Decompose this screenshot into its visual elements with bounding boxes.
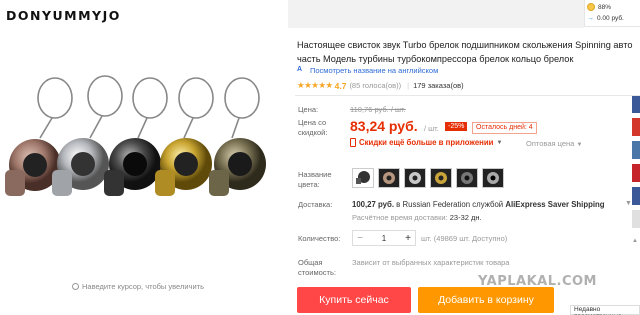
app-discount-text[interactable]: Скидки ещё больше в приложении [359,138,493,147]
wholesale-price-link[interactable]: Оптовая цена ▼ [526,139,582,148]
divider [295,95,640,96]
translate-icon: A [297,66,303,73]
product-gallery: DONYUMMYJO Наведите курсор, чтобы увелич… [0,0,288,315]
old-price-label: Цена: [298,105,319,114]
new-price: 83,24 руб. [350,118,418,134]
total-label: Общая стоимость: [298,258,336,277]
coins-value: 88% [598,3,612,11]
coin-icon [587,3,595,11]
translate-link-text[interactable]: Посмотреть название на английском [310,66,438,75]
chevron-down-icon: ▼ [496,139,503,146]
zoom-hint-text: Наведите курсор, чтобы увеличить [82,282,204,291]
quantity-label: Количество: [298,234,341,243]
top-bar [288,0,584,28]
app-discount-link[interactable]: Скидки ещё больше в приложении ▼ [350,138,502,147]
cashback-value: 0.00 руб. [597,15,624,22]
facebook-share-icon-2[interactable] [632,187,640,205]
days-left-badge: Осталось дней: 4 [472,122,537,134]
google-share-icon[interactable] [632,164,640,182]
add-to-cart-button[interactable]: Добавить в корзину [418,287,554,313]
phone-icon [350,138,356,147]
orders-count: 179 заказа(ов) [413,81,464,90]
delivery-eta-value: 23-32 дн. [449,213,482,222]
product-title: Настоящее свисток звук Turbo брелок подш… [297,40,633,64]
quantity-stepper: − 1 + [352,230,416,246]
arrow-right-icon: → [587,15,594,22]
rating-row: ★★★★★ 4.7 (85 голоса(ов)) | 179 заказа(о… [297,80,464,91]
color-swatch-4[interactable] [430,168,452,188]
delivery-eta: Расчётное время доставки: 23-32 дн. [352,213,482,222]
delivery-label: Доставка: [298,200,333,209]
votes-count[interactable]: (85 голоса(ов)) [349,81,401,90]
quantity-available: шт. (49869 шт. Доступно) [421,234,508,243]
chevron-down-icon: ▼ [576,142,583,148]
color-swatch-2[interactable] [378,168,400,188]
store-brand-logo[interactable]: DONYUMMYJO [6,8,121,23]
recently-viewed-tab[interactable]: Недавно просмотренные [570,305,640,315]
color-swatch-whistle[interactable] [352,168,374,188]
delivery-eta-label: Расчётное время доставки: [352,213,448,222]
scroll-arrow-icon[interactable]: ▲ [632,235,640,253]
chevron-down-icon[interactable]: ▼ [625,200,632,207]
discount-badge: -25% [445,122,468,131]
delivery-info: 100,27 руб. в Russian Federation службой… [352,200,605,209]
vk-share-icon[interactable] [632,141,640,159]
magnifier-icon [72,283,79,290]
old-price-unit: / шт. [390,105,406,114]
pinterest-share-icon[interactable] [632,118,640,136]
cashback-row: → 0.00 руб. [587,15,624,22]
rating-divider: | [407,81,410,90]
star-rating-icon: ★★★★★ [297,80,333,90]
translate-link[interactable]: A Посмотреть название на английском [297,66,438,75]
quantity-plus-button[interactable]: + [401,233,415,244]
color-swatches [352,168,504,188]
color-swatch-5[interactable] [456,168,478,188]
coins-row: 88% [587,3,611,11]
color-label: Название цвета: [298,170,332,189]
old-price-value: 110,76 руб. [350,105,389,114]
rating-value: 4.7 [334,80,347,91]
quantity-minus-button[interactable]: − [353,233,367,244]
wholesale-text[interactable]: Оптовая цена [526,139,574,148]
buy-now-button[interactable]: Купить сейчас [297,287,411,313]
color-swatch-3[interactable] [404,168,426,188]
quantity-input[interactable]: 1 [367,234,401,243]
delivery-price: 100,27 руб. [352,200,394,209]
old-price: 110,76 руб. / шт. [350,105,406,114]
color-swatch-6[interactable] [482,168,504,188]
new-price-unit: / шт. [424,124,439,133]
delivery-destination: в Russian Federation службой [396,200,504,209]
coins-panel[interactable]: 88% → 0.00 руб. [584,0,640,27]
product-image[interactable] [0,70,288,220]
delivery-service[interactable]: AliExpress Saver Shipping [505,200,604,209]
new-price-label: Цена со скидкой: [298,118,328,137]
facebook-share-icon[interactable] [632,95,640,113]
share-more-icon[interactable] [632,210,640,228]
total-info: Зависит от выбранных характеристик товар… [352,258,510,267]
zoom-hint: Наведите курсор, чтобы увеличить [72,282,204,291]
